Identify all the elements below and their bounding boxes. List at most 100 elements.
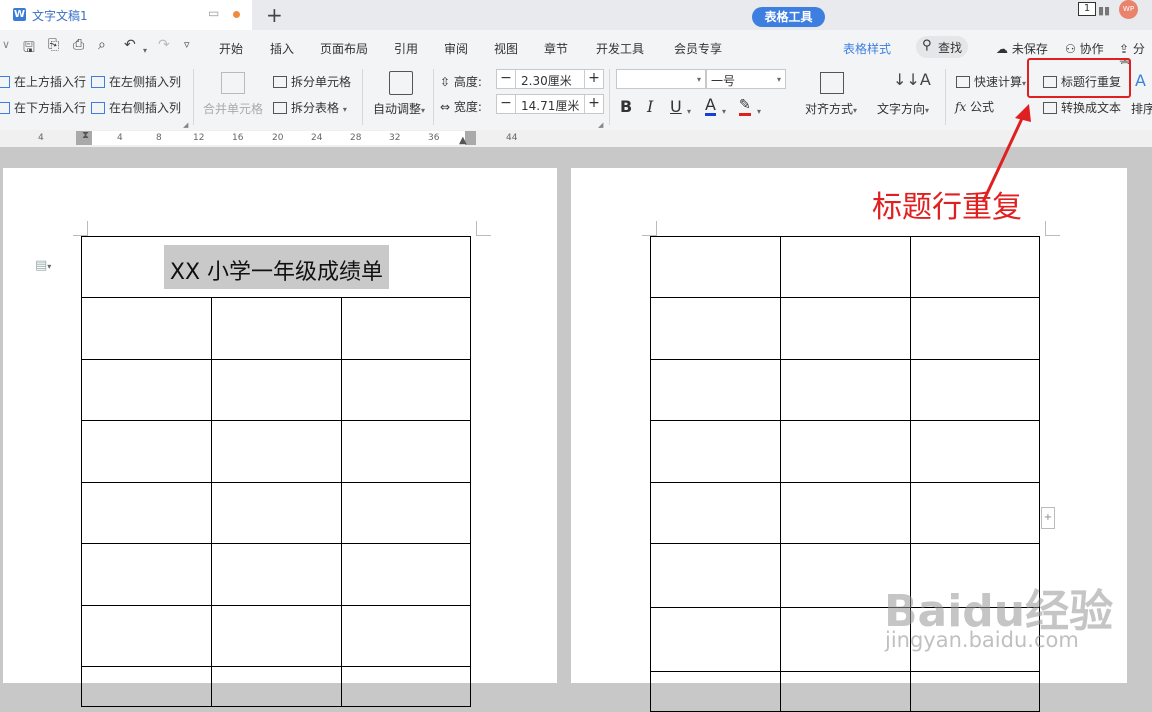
format-painter-icon[interactable]: ⎘ — [48, 37, 59, 53]
table-cell[interactable] — [341, 420, 471, 483]
text-direction-button[interactable]: 文字方向▾ — [877, 100, 929, 117]
customize-toolbar-icon[interactable]: ▿ — [184, 38, 190, 51]
find-button[interactable]: ⚲ 查找 — [916, 36, 968, 58]
insert-col-right-button[interactable]: 在右侧插入列 — [91, 99, 181, 116]
table-cell[interactable] — [650, 359, 781, 421]
height-decrease-button[interactable]: − — [497, 70, 516, 88]
quick-calc-button[interactable]: 快速计算▾ — [956, 73, 1026, 90]
save-icon[interactable]: 🖫 — [23, 37, 35, 61]
menu-references[interactable]: 引用 — [394, 40, 418, 57]
document-tab[interactable]: W 文字文稿1 ▭ — [0, 0, 252, 30]
unsaved-button[interactable]: ☁ 未保存 — [996, 40, 1048, 57]
group-expand-icon[interactable]: ◢ — [598, 121, 603, 129]
width-increase-button[interactable]: + — [584, 95, 603, 113]
table-cell[interactable] — [780, 482, 911, 544]
row-height-stepper[interactable]: − 2.30厘米 + — [496, 69, 604, 89]
window-count-badge[interactable]: 1 — [1078, 2, 1096, 16]
height-increase-button[interactable]: + — [584, 70, 603, 88]
underline-dropdown-icon[interactable]: ▾ — [687, 103, 691, 117]
table-cell[interactable] — [81, 543, 212, 606]
table-cell[interactable] — [650, 420, 781, 483]
table-cell[interactable] — [81, 482, 212, 544]
menu-insert[interactable]: 插入 — [270, 40, 294, 57]
font-color-dropdown-icon[interactable]: ▾ — [722, 103, 726, 117]
redo-icon[interactable]: ↷ — [158, 37, 170, 53]
table-cell[interactable] — [650, 543, 781, 608]
table-cell[interactable] — [780, 359, 911, 421]
table-cell[interactable] — [910, 671, 1040, 712]
right-indent-marker-icon[interactable]: ▲ — [459, 135, 467, 146]
table-cell[interactable] — [81, 666, 212, 707]
table-cell[interactable] — [81, 359, 212, 421]
table-cell[interactable] — [341, 297, 471, 360]
font-size-select[interactable]: 一号 ▾ — [706, 69, 786, 89]
table-cell[interactable] — [650, 671, 781, 712]
underline-button[interactable]: U — [670, 97, 682, 116]
menu-view[interactable]: 视图 — [494, 40, 518, 57]
table-cell[interactable] — [211, 543, 342, 606]
table-cell[interactable] — [650, 607, 781, 672]
add-column-button[interactable]: + — [1041, 507, 1055, 529]
window-list-icon[interactable]: ▮▮ — [1098, 4, 1110, 17]
table-cell[interactable] — [650, 297, 781, 360]
bold-button[interactable]: B — [620, 97, 632, 116]
undo-icon[interactable]: ↶ — [124, 37, 136, 53]
menu-review[interactable]: 审阅 — [444, 40, 468, 57]
paragraph-menu-icon[interactable]: ▤▾ — [35, 258, 51, 273]
menu-page-layout[interactable]: 页面布局 — [320, 40, 368, 57]
avatar[interactable]: WP — [1119, 0, 1138, 19]
table-cell[interactable] — [780, 671, 911, 712]
merge-cells-button[interactable]: 合并单元格 — [203, 100, 263, 117]
width-decrease-button[interactable]: − — [497, 95, 516, 113]
table-cell[interactable] — [341, 605, 471, 667]
table-cell[interactable] — [341, 482, 471, 544]
insert-row-below-button[interactable]: 在下方插入行 — [0, 99, 86, 116]
table-cell[interactable] — [341, 543, 471, 606]
table-cell[interactable] — [910, 420, 1040, 483]
width-value[interactable]: 14.71厘米 — [521, 97, 579, 114]
table-cell[interactable] — [780, 236, 911, 298]
print-icon[interactable]: ⎙ — [73, 37, 84, 53]
sort-button[interactable]: 排序 — [1131, 100, 1152, 117]
sort-icon[interactable]: A — [1135, 71, 1146, 90]
table-cell[interactable] — [211, 605, 342, 667]
height-value[interactable]: 2.30厘米 — [521, 72, 572, 89]
split-table-button[interactable]: 拆分表格 ▾ — [273, 99, 347, 116]
auto-fit-button[interactable]: 自动调整▾ — [373, 100, 425, 117]
table-cell[interactable] — [81, 605, 212, 667]
font-name-select[interactable]: ▾ — [616, 69, 706, 89]
table-cell[interactable] — [211, 482, 342, 544]
menu-member[interactable]: 会员专享 — [674, 40, 722, 57]
table-cell[interactable] — [211, 666, 342, 707]
collab-button[interactable]: ⚇ 协作 — [1065, 40, 1104, 57]
table-cell[interactable] — [81, 297, 212, 360]
table-cell[interactable] — [341, 359, 471, 421]
undo-dropdown-icon[interactable]: ▾ — [143, 42, 147, 56]
table-cell[interactable] — [910, 359, 1040, 421]
table-cell[interactable] — [780, 420, 911, 483]
table-cell[interactable] — [211, 359, 342, 421]
menu-developer[interactable]: 开发工具 — [596, 40, 644, 57]
convert-to-text-button[interactable]: 转换成文本 — [1043, 99, 1121, 116]
tab-table-style[interactable]: 表格样式 — [843, 40, 891, 57]
table-title-selection[interactable]: XX 小学一年级成绩单 — [164, 245, 389, 289]
insert-col-left-button[interactable]: 在左侧插入列 — [91, 73, 181, 90]
table-cell[interactable] — [910, 297, 1040, 360]
new-tab-button[interactable]: + — [266, 3, 283, 27]
table-cell[interactable] — [650, 482, 781, 544]
table-cell[interactable] — [780, 297, 911, 360]
menu-home[interactable]: 开始 — [219, 40, 243, 57]
font-color-button[interactable]: A — [705, 97, 716, 116]
table-cell[interactable] — [211, 420, 342, 483]
menu-section[interactable]: 章节 — [544, 40, 568, 57]
monitor-icon[interactable]: ▭ — [208, 6, 219, 20]
table-cell[interactable] — [211, 297, 342, 360]
col-width-stepper[interactable]: − 14.71厘米 + — [496, 94, 604, 114]
table-cell[interactable] — [650, 236, 781, 298]
table-cell[interactable] — [341, 666, 471, 707]
italic-button[interactable]: I — [647, 97, 653, 116]
group-expand-icon[interactable]: ◢ — [183, 121, 188, 129]
highlight-dropdown-icon[interactable]: ▾ — [757, 103, 761, 117]
tab-table-tools[interactable]: 表格工具 — [752, 7, 825, 27]
split-cells-button[interactable]: 拆分单元格 — [273, 73, 351, 90]
